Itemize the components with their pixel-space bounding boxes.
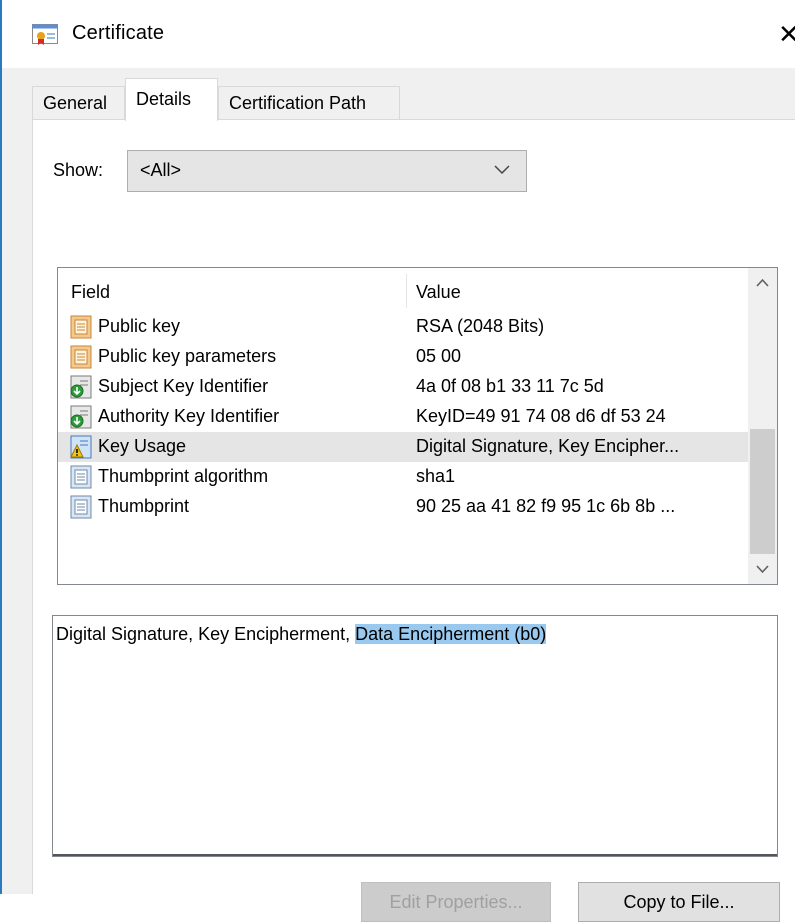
chevron-up-icon xyxy=(756,278,769,287)
scroll-thumb[interactable] xyxy=(750,429,775,554)
scroll-down-button[interactable] xyxy=(748,554,777,584)
certificate-field-icon xyxy=(70,345,92,369)
field-detail-textbox[interactable]: Digital Signature, Key Encipherment, Dat… xyxy=(52,615,778,857)
row-field: Thumbprint xyxy=(98,496,190,516)
tab-certification-path[interactable]: Certification Path xyxy=(218,86,400,120)
critical-extension-icon xyxy=(70,435,92,459)
list-row-thumbprint[interactable]: Thumbprint 90 25 aa 41 82 f9 95 1c 6b 8b… xyxy=(58,492,748,522)
textbox-bottom-edge xyxy=(53,854,777,856)
row-field: Authority Key Identifier xyxy=(98,406,280,426)
list-row-key-usage[interactable]: Key Usage Digital Signature, Key Enciphe… xyxy=(58,432,748,462)
detail-text-plain: Digital Signature, Key Encipherment, xyxy=(56,624,356,644)
column-divider[interactable] xyxy=(406,274,407,308)
show-dropdown-value: <All> xyxy=(140,160,182,180)
list-row-public-key[interactable]: Public key RSA (2048 Bits) xyxy=(58,312,748,342)
edit-properties-button[interactable]: Edit Properties... xyxy=(361,882,551,922)
row-value: sha1 xyxy=(416,466,456,486)
list-scrollbar[interactable] xyxy=(748,268,777,584)
show-label: Show: xyxy=(53,160,104,180)
field-detail-text[interactable]: Digital Signature, Key Encipherment, Dat… xyxy=(56,624,547,645)
list-row-thumbprint-algorithm[interactable]: Thumbprint algorithm sha1 xyxy=(58,462,748,492)
certificate-field-icon xyxy=(70,315,92,339)
scroll-up-button[interactable] xyxy=(748,268,777,298)
row-value: 05 00 xyxy=(416,346,462,366)
list-row-authority-key-identifier[interactable]: Authority Key Identifier KeyID=49 91 74 … xyxy=(58,402,748,432)
column-header-value[interactable]: Value xyxy=(416,282,461,303)
list-row-subject-key-identifier[interactable]: Subject Key Identifier 4a 0f 08 b1 33 11… xyxy=(58,372,748,402)
row-field: Subject Key Identifier xyxy=(98,376,269,396)
field-list[interactable]: Field Value Public key RSA (2048 Bits) P… xyxy=(57,267,778,585)
extension-icon xyxy=(70,405,92,429)
row-value: Digital Signature, Key Encipher... xyxy=(416,436,680,456)
dialog-body: General Details Certification Path Show:… xyxy=(2,68,795,922)
row-field: Thumbprint algorithm xyxy=(98,466,269,486)
tab-general[interactable]: General xyxy=(32,86,125,120)
certificate-icon xyxy=(32,24,58,45)
row-value: 4a 0f 08 b1 33 11 7c 5d xyxy=(416,376,604,396)
tab-details[interactable]: Details xyxy=(125,78,218,121)
chevron-down-icon xyxy=(756,565,769,574)
extension-icon xyxy=(70,375,92,399)
details-panel: Show: <All> Field Value Public key RSA (… xyxy=(32,119,795,922)
show-dropdown[interactable]: <All> xyxy=(127,150,527,192)
row-field: Public key parameters xyxy=(98,346,277,366)
window-title: Certificate xyxy=(72,22,165,44)
close-button[interactable]: ✕ xyxy=(778,16,795,52)
property-icon xyxy=(70,495,92,519)
row-field: Public key xyxy=(98,316,181,336)
row-value: KeyID=49 91 74 08 d6 df 53 24 xyxy=(416,406,666,426)
row-value: RSA (2048 Bits) xyxy=(416,316,545,336)
row-value: 90 25 aa 41 82 f9 95 1c 6b 8b ... xyxy=(416,496,676,516)
title-bar[interactable]: Certificate ✕ xyxy=(2,0,795,68)
chevron-down-icon xyxy=(494,165,510,175)
column-header-field[interactable]: Field xyxy=(71,282,110,303)
list-header: Field Value xyxy=(58,268,748,312)
copy-to-file-button[interactable]: Copy to File... xyxy=(578,882,780,922)
list-row-public-key-parameters[interactable]: Public key parameters 05 00 xyxy=(58,342,748,372)
close-icon: ✕ xyxy=(778,19,795,49)
row-field: Key Usage xyxy=(98,436,187,456)
property-icon xyxy=(70,465,92,489)
detail-text-selected: Data Encipherment (b0) xyxy=(355,624,547,644)
